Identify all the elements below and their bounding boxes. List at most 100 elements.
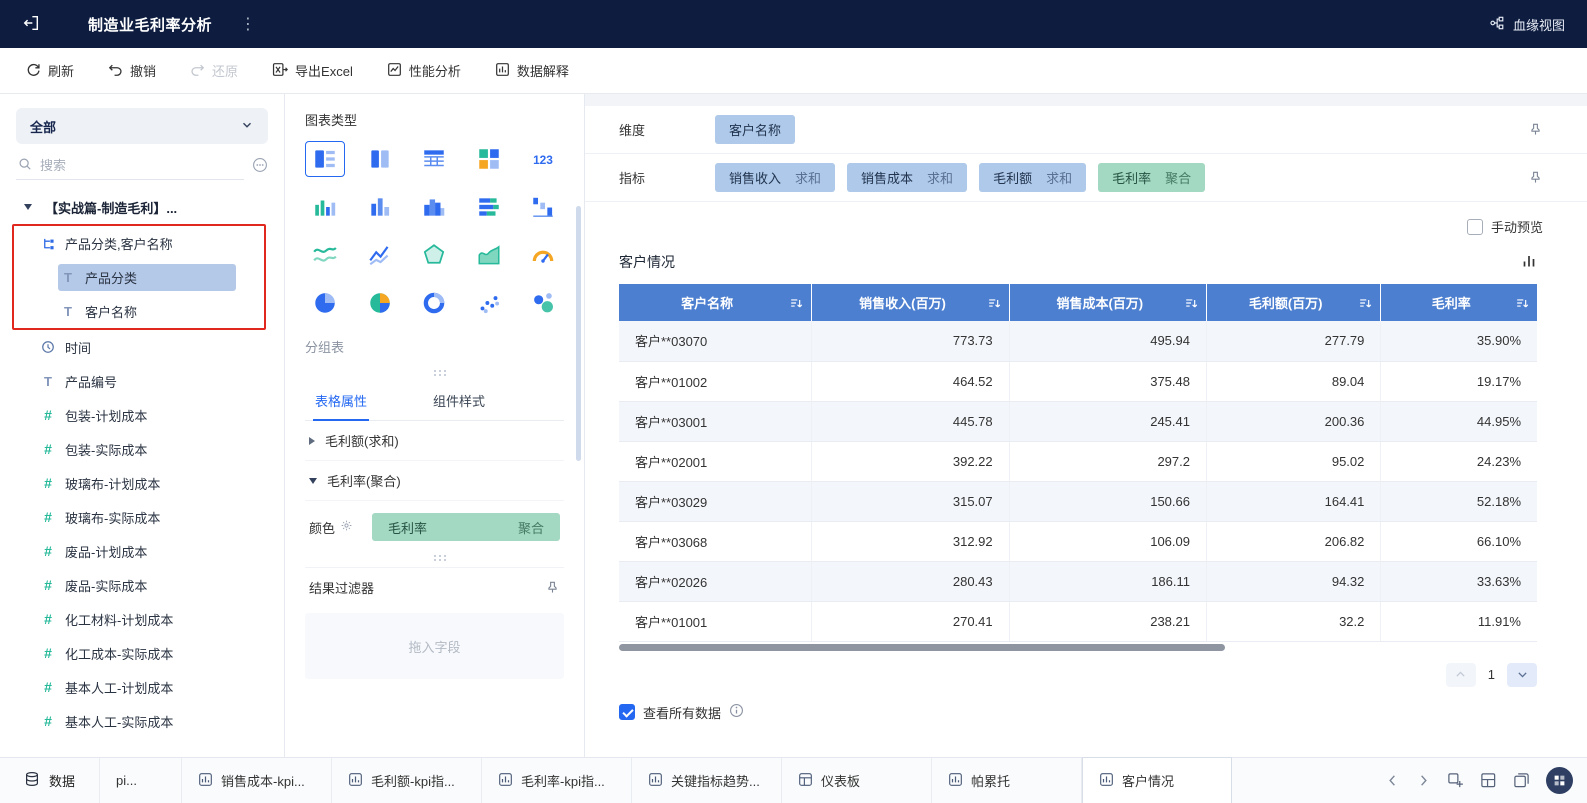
tree-item[interactable]: 产品分类,客户名称 (14, 226, 264, 260)
tree-item[interactable]: 时间 (0, 330, 284, 364)
add-dashboard-icon[interactable] (1480, 772, 1497, 789)
tree-item[interactable]: # 玻璃布-实际成本 (0, 500, 284, 534)
accordion-item[interactable]: 毛利额(求和) (305, 421, 564, 461)
search-options-icon[interactable] (252, 157, 268, 176)
table-row[interactable]: 客户**03068 312.92 106.09 206.82 66.10% (619, 521, 1537, 562)
panel-resize-handle-2[interactable] (305, 555, 564, 557)
scope-selector[interactable]: 全部 (16, 108, 268, 144)
table-row[interactable]: 客户**02026 280.43 186.11 94.32 33.63% (619, 561, 1537, 602)
column-header[interactable]: 销售成本(百万) (1009, 284, 1207, 321)
waterfall-icon[interactable] (523, 189, 563, 225)
metric-pill[interactable]: 毛利率 聚合 (1098, 163, 1206, 192)
page-tab-active[interactable]: 客户情况 (1082, 757, 1233, 803)
sort-icon[interactable] (1358, 296, 1372, 310)
tree-item[interactable]: # 玻璃布-计划成本 (0, 466, 284, 500)
sort-icon[interactable] (987, 296, 1001, 310)
more-menu-icon[interactable]: ⋮ (240, 14, 257, 34)
card-grid-icon[interactable] (469, 141, 509, 177)
page-tab[interactable]: 毛利额-kpi指... (332, 758, 483, 803)
search-input[interactable] (40, 158, 242, 173)
data-tab[interactable]: 数据 (0, 758, 101, 803)
tree-item[interactable]: # 包装-计划成本 (0, 398, 284, 432)
cluster-column-icon[interactable] (305, 189, 345, 225)
tab-active[interactable]: 表格属性 (313, 382, 370, 421)
multi-pie-chart-icon[interactable] (360, 285, 400, 321)
performance-button[interactable]: 性能分析 (387, 61, 461, 80)
column-header[interactable]: 销售收入(百万) (811, 284, 1010, 321)
table-row[interactable]: 客户**01001 270.41 238.21 32.2 11.91% (619, 601, 1537, 642)
metric-pill[interactable]: 销售收入 求和 (715, 163, 836, 192)
sort-icon[interactable] (789, 296, 803, 310)
panel-scrollbar[interactable] (576, 206, 581, 461)
tree-item[interactable]: # 化工材料-计划成本 (0, 602, 284, 636)
filter-drop-zone[interactable]: 拖入字段 (305, 613, 564, 679)
bubble-chart-icon[interactable] (523, 285, 563, 321)
page-tab[interactable]: 毛利率-kpi指... (482, 758, 633, 803)
pin-icon[interactable] (545, 580, 560, 595)
widget-button[interactable] (1546, 767, 1573, 794)
dimension-pill[interactable]: 客户名称 (715, 115, 796, 144)
accordion-item[interactable]: 毛利率(聚合) (305, 461, 564, 501)
column-header[interactable]: 毛利率 (1380, 284, 1537, 321)
redo-button[interactable]: 还原 (190, 61, 238, 80)
search-field[interactable] (16, 152, 244, 180)
tree-item[interactable]: T 客户名称 (14, 294, 264, 328)
page-tab[interactable]: 帕累托 (932, 758, 1083, 803)
panel-resize-handle[interactable] (305, 370, 564, 372)
refresh-button[interactable]: 刷新 (26, 61, 74, 80)
table-row[interactable]: 客户**02001 392.22 297.2 95.02 24.23% (619, 441, 1537, 482)
tree-item[interactable]: # 基本人工-计划成本 (0, 670, 284, 704)
line-chart-icon[interactable] (360, 237, 400, 273)
column-chart-icon[interactable] (360, 189, 400, 225)
tree-item[interactable]: T 产品分类 (14, 260, 264, 294)
tree-item[interactable]: # 包装-实际成本 (0, 432, 284, 466)
gauge-chart-icon[interactable] (523, 237, 563, 273)
column-header[interactable]: 客户名称 (619, 284, 813, 321)
metric-pill[interactable]: 毛利额 求和 (979, 163, 1087, 192)
add-chart-icon[interactable] (1447, 772, 1464, 789)
stream-chart-icon[interactable] (305, 237, 345, 273)
metric-pill[interactable]: 销售成本 求和 (847, 163, 968, 192)
manual-preview-checkbox[interactable] (1466, 218, 1483, 235)
pin-icon[interactable] (1528, 170, 1543, 185)
prev-tab-icon[interactable] (1385, 773, 1400, 788)
scatter-chart-icon[interactable] (469, 285, 509, 321)
page-tab[interactable]: 关键指标趋势... (632, 758, 783, 803)
tree-item[interactable]: 【实战篇-制造毛利】... (0, 190, 284, 224)
data-explain-button[interactable]: 数据解释 (495, 61, 569, 80)
page-tab[interactable]: 销售成本-kpi... (182, 758, 333, 803)
view-all-data-checkbox[interactable] (619, 704, 635, 720)
page-up-button[interactable] (1445, 662, 1476, 687)
exit-button[interactable] (22, 14, 40, 35)
data-table-icon[interactable] (414, 141, 454, 177)
tab-inactive[interactable]: 组件样式 (431, 382, 487, 420)
pin-icon[interactable] (1528, 122, 1543, 137)
sort-icon[interactable] (1184, 296, 1198, 310)
sort-icon[interactable] (1515, 296, 1529, 310)
page-tab[interactable]: pi... (100, 758, 183, 803)
table-row[interactable]: 客户**03029 315.07 150.66 164.41 52.18% (619, 481, 1537, 522)
next-tab-icon[interactable] (1416, 773, 1431, 788)
grouped-table-icon[interactable] (305, 141, 345, 177)
tree-item[interactable]: # 化工成本-实际成本 (0, 636, 284, 670)
donut-chart-icon[interactable] (414, 285, 454, 321)
gear-icon[interactable] (340, 519, 353, 535)
stacked-bar-icon[interactable] (469, 189, 509, 225)
tree-item[interactable]: # 废品-计划成本 (0, 534, 284, 568)
table-row[interactable]: 客户**01002 464.52 375.48 89.04 19.17% (619, 361, 1537, 402)
area-chart-icon[interactable] (469, 237, 509, 273)
cross-table-icon[interactable] (360, 141, 400, 177)
page-down-button[interactable] (1507, 662, 1537, 687)
page-tab[interactable]: 仪表板 (782, 758, 933, 803)
lineage-view-button[interactable]: 血缘视图 (1489, 15, 1565, 34)
radar-chart-icon[interactable] (414, 237, 454, 273)
undo-button[interactable]: 撤销 (108, 61, 156, 80)
color-field-pill[interactable]: 毛利率 聚合 (372, 513, 560, 541)
pie-chart-icon[interactable] (305, 285, 345, 321)
bar-chart-icon[interactable] (1521, 253, 1537, 272)
kpi-number-icon[interactable]: 123 (523, 141, 563, 177)
export-excel-button[interactable]: 导出Excel (272, 61, 353, 80)
table-row[interactable]: 客户**03070 773.73 495.94 277.79 35.90% (619, 321, 1537, 362)
table-row[interactable]: 客户**03001 445.78 245.41 200.36 44.95% (619, 401, 1537, 442)
column-header[interactable]: 毛利额(百万) (1206, 284, 1382, 321)
